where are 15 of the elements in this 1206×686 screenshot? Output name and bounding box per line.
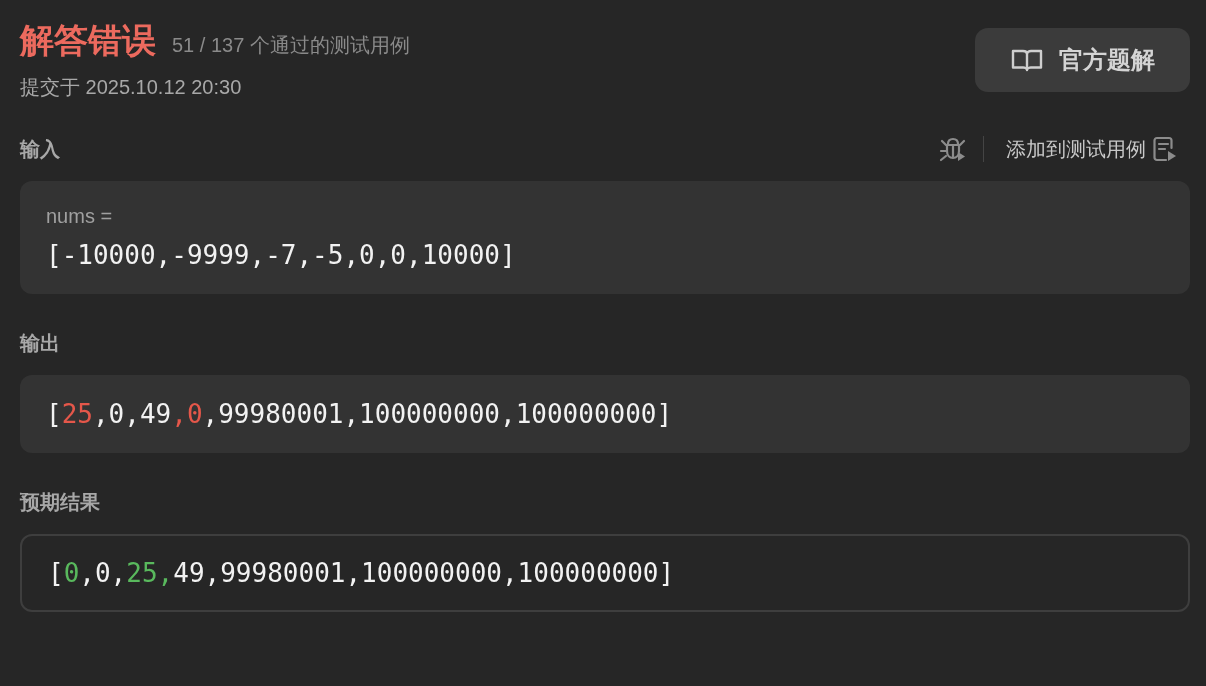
variable-name: nums = xyxy=(46,205,114,228)
submit-time: 提交于 2025.10.12 20:30 xyxy=(20,75,243,100)
section-label: 输出 xyxy=(20,331,61,356)
expected-value: [0,0,25,49,99980001,100000000,100000000] xyxy=(48,558,676,588)
input-value: [-10000,-9999,-7,-5,0,0,10000] xyxy=(46,240,517,270)
section-label: 预期结果 xyxy=(20,490,101,515)
section-label: 输入 xyxy=(20,136,60,162)
solution-button[interactable]: 官方题解 xyxy=(975,28,1190,92)
result-status: 解答错误 xyxy=(20,20,156,61)
testcase-icon[interactable] xyxy=(1152,135,1178,163)
passed-count: 51 / 137 个通过的测试用例 xyxy=(172,33,410,58)
debug-icon[interactable] xyxy=(939,135,967,163)
output-value: [25,0,49,0,99980001,100000000,100000000] xyxy=(46,399,674,429)
book-icon xyxy=(1010,48,1043,72)
add-to-testcase-link[interactable]: 添加到测试用例 xyxy=(1006,135,1146,163)
